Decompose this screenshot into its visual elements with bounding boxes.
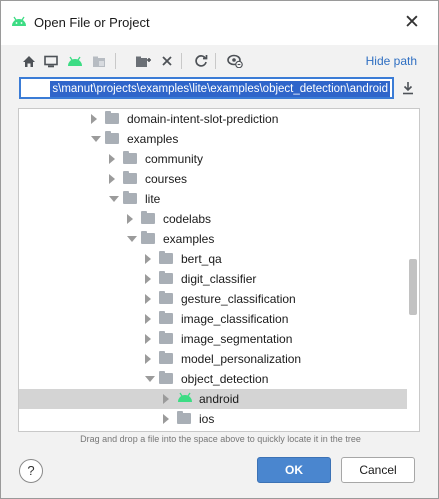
chevron-down-icon[interactable] (109, 196, 119, 202)
tree-row-label: lite (145, 192, 161, 206)
new-folder-icon[interactable] (133, 51, 153, 71)
chevron-right-icon[interactable] (145, 274, 151, 284)
chevron-right-icon[interactable] (127, 214, 133, 224)
tree-scrollbar[interactable] (409, 259, 417, 315)
tree-row-label: object_detection (181, 372, 269, 386)
tree-row[interactable]: examples (19, 229, 407, 249)
tree-row[interactable]: examples (19, 129, 407, 149)
tree-row[interactable]: image_classification (19, 309, 407, 329)
toolbar: Hide path (15, 51, 425, 71)
show-hidden-icon[interactable] (225, 51, 245, 71)
tree-row[interactable]: gesture_classification (19, 289, 407, 309)
tree-row-label: ios (199, 412, 215, 426)
help-button[interactable]: ? (19, 459, 43, 483)
chevron-right-icon[interactable] (163, 414, 169, 424)
file-tree[interactable]: ios android object_detection model_personal… (18, 108, 420, 432)
tree-row-label: examples (127, 132, 179, 146)
tree-row[interactable]: object_detection (19, 369, 407, 389)
tree-row-label: bert_qa (181, 252, 222, 266)
module-icon[interactable] (89, 51, 109, 71)
ok-button[interactable]: OK (257, 457, 331, 483)
chevron-right-icon[interactable] (109, 174, 115, 184)
refresh-icon[interactable] (191, 51, 211, 71)
folder-icon (159, 331, 173, 344)
folder-icon (123, 191, 137, 204)
chevron-down-icon[interactable] (127, 236, 137, 242)
chevron-right-icon[interactable] (145, 254, 151, 264)
folder-icon (141, 231, 155, 244)
cancel-button[interactable]: Cancel (341, 457, 415, 483)
tree-row[interactable]: android (19, 389, 407, 409)
chevron-right-icon[interactable] (163, 394, 169, 404)
chevron-down-icon[interactable] (145, 376, 155, 382)
android-project-icon[interactable] (65, 51, 85, 71)
tree-row-label: gesture_classification (181, 292, 296, 306)
tree-row[interactable]: lite (19, 189, 407, 209)
home-icon[interactable] (19, 51, 39, 71)
folder-icon (159, 271, 173, 284)
chevron-right-icon[interactable] (91, 114, 97, 124)
chevron-right-icon[interactable] (145, 334, 151, 344)
tree-row[interactable]: digit_classifier (19, 269, 407, 289)
chevron-right-icon[interactable] (145, 294, 151, 304)
folder-icon (123, 151, 137, 164)
delete-icon[interactable] (157, 51, 177, 71)
toolbar-separator (181, 53, 182, 69)
tree-row-label: digit_classifier (181, 272, 257, 286)
folder-icon (159, 371, 173, 384)
path-input-value: s\manut\projects\examples\lite\examples\… (50, 81, 390, 97)
open-file-dialog: Open File or Project ✕ Hide path s\manut… (0, 0, 439, 499)
tree-row-label: model_personalization (181, 352, 302, 366)
android-studio-icon (11, 15, 27, 30)
folder-icon (159, 351, 173, 364)
tree-row[interactable]: image_segmentation (19, 329, 407, 349)
android-module-icon (177, 392, 193, 406)
tree-row-label: android (199, 392, 240, 406)
folder-icon (159, 251, 173, 264)
tree-row[interactable]: domain-intent-slot-prediction (19, 109, 407, 129)
tree-row-label: community (145, 152, 204, 166)
folder-icon (159, 291, 173, 304)
tree-row-label: examples (163, 232, 215, 246)
toolbar-separator (115, 53, 116, 69)
tree-row[interactable]: courses (19, 169, 407, 189)
chevron-down-icon[interactable] (91, 136, 101, 142)
tree-row-label: domain-intent-slot-prediction (127, 112, 279, 126)
close-button[interactable]: ✕ (402, 13, 422, 33)
chevron-right-icon[interactable] (109, 154, 115, 164)
tree-row-label: image_classification (181, 312, 289, 326)
folder-icon (105, 131, 119, 144)
dialog-title: Open File or Project (34, 15, 150, 30)
title-bar: Open File or Project ✕ (1, 1, 438, 45)
tree-row-label: codelabs (163, 212, 212, 226)
drag-drop-hint: Drag and drop a file into the space abov… (80, 434, 361, 444)
download-icon[interactable] (401, 81, 415, 98)
desktop-icon[interactable] (41, 51, 61, 71)
path-input[interactable]: s\manut\projects\examples\lite\examples\… (19, 77, 394, 99)
folder-icon (123, 171, 137, 184)
folder-icon (159, 311, 173, 324)
tree-row[interactable]: bert_qa (19, 249, 407, 269)
chevron-right-icon[interactable] (145, 354, 151, 364)
tree-row[interactable]: model_personalization (19, 349, 407, 369)
tree-row-label: image_segmentation (181, 332, 293, 346)
chevron-right-icon[interactable] (145, 314, 151, 324)
tree-row[interactable]: codelabs (19, 209, 407, 229)
tree-row[interactable]: community (19, 149, 407, 169)
tree-row[interactable]: ios (19, 409, 407, 429)
toolbar-separator (215, 53, 216, 69)
folder-icon (177, 411, 191, 424)
hide-path-link[interactable]: Hide path (366, 54, 417, 68)
folder-icon (105, 111, 119, 124)
tree-row-label: courses (145, 172, 188, 186)
folder-icon (141, 211, 155, 224)
